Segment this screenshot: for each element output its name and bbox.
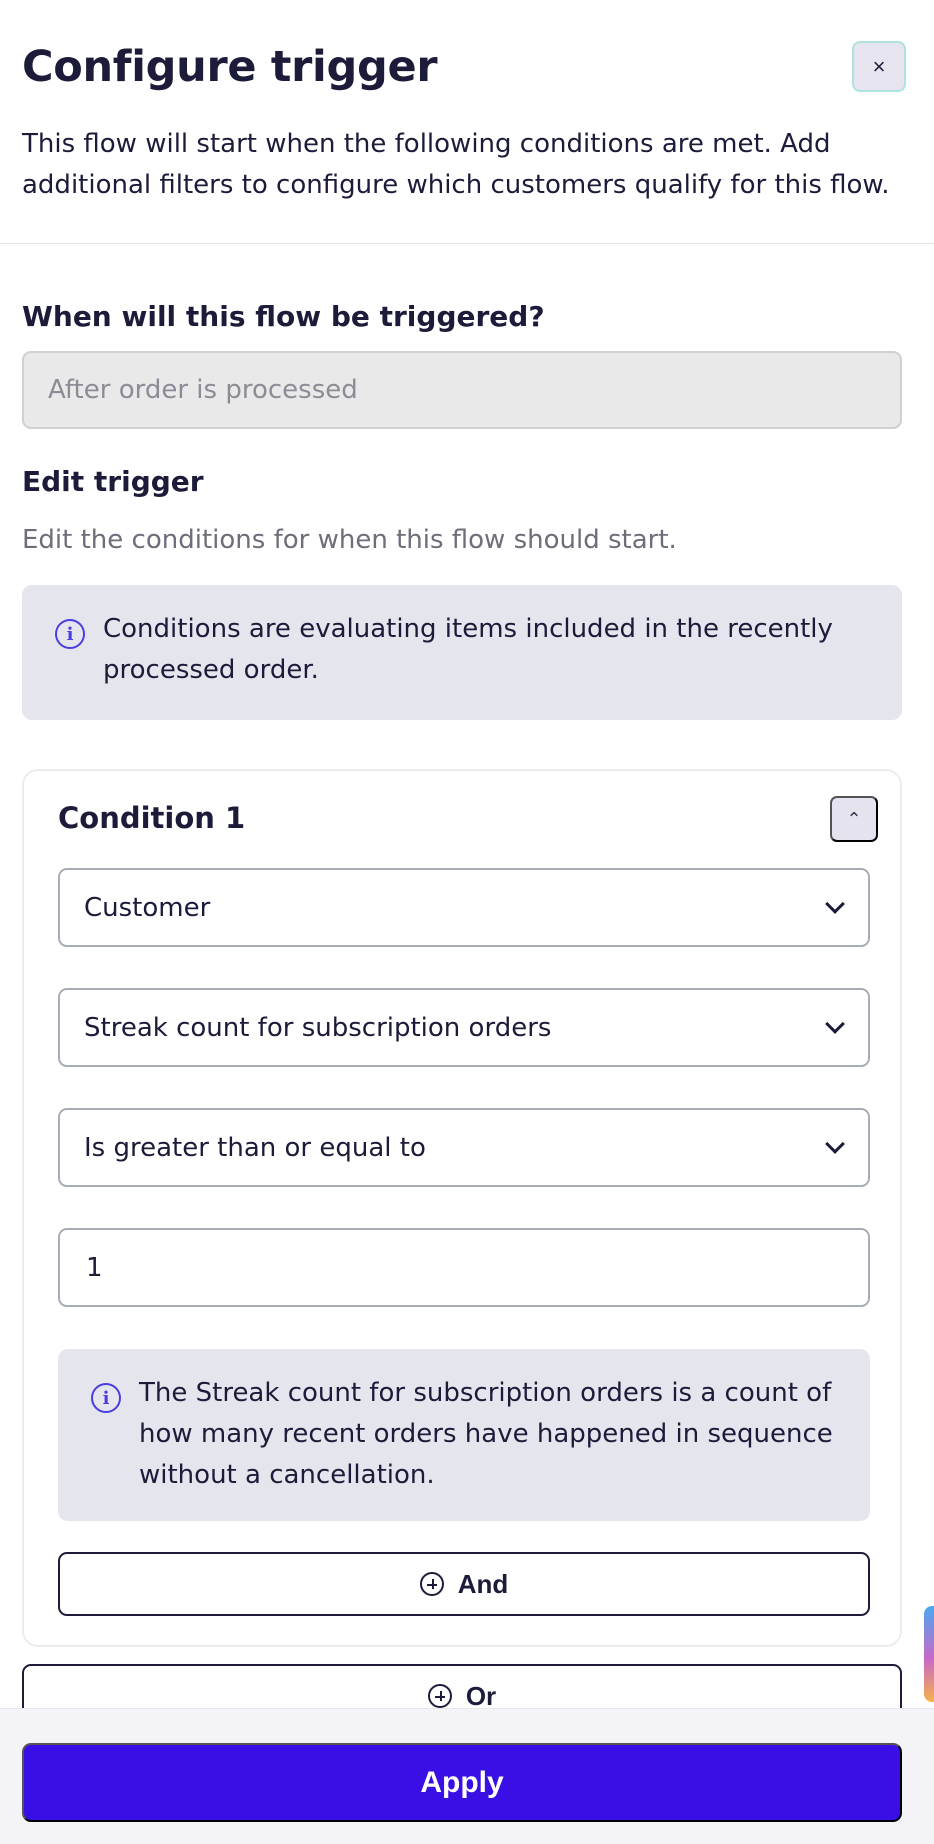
or-button-label: Or [465,1680,497,1711]
trigger-event-value: After order is processed [48,375,358,405]
chevron-down-icon [825,1134,845,1154]
chevron-down-icon [825,1014,845,1034]
info-icon: i [91,1383,121,1413]
trigger-event-field: After order is processed [22,351,902,429]
streak-info-text: The Streak count for subscription orders… [139,1378,833,1490]
chevron-down-icon [825,894,845,914]
collapse-condition-button[interactable]: ⌃ [830,796,878,842]
condition-property-value: Streak count for subscription orders [84,1012,552,1043]
apply-button[interactable]: Apply [22,1743,902,1822]
edit-trigger-heading: Edit trigger [22,465,204,498]
close-icon: × [872,53,886,79]
chevron-up-icon: ⌃ [846,808,862,829]
close-button[interactable]: × [852,41,906,92]
panel-footer: Apply [0,1708,934,1844]
streak-info-box: i The Streak count for subscription orde… [58,1349,870,1521]
conditions-info-text: Conditions are evaluating items included… [103,614,833,685]
panel-description: This flow will start when the following … [22,129,890,200]
condition-card: Condition 1 ⌃ Customer Streak count for … [22,769,902,1647]
and-button-label: And [457,1568,509,1599]
add-and-condition-button[interactable]: And [58,1552,870,1616]
condition-operator-value: Is greater than or equal to [84,1132,426,1163]
condition-entity-value: Customer [84,892,211,923]
condition-value-input[interactable] [58,1228,870,1307]
plus-circle-icon [427,1684,452,1708]
trigger-question-label: When will this flow be triggered? [22,300,545,333]
side-widget-tab[interactable] [924,1606,934,1702]
panel-header: Configure trigger × This flow will start… [0,0,934,244]
page-title: Configure trigger [22,42,438,92]
condition-entity-select[interactable]: Customer [58,868,870,947]
plus-circle-icon [419,1572,444,1596]
condition-property-select[interactable]: Streak count for subscription orders [58,988,870,1067]
condition-operator-select[interactable]: Is greater than or equal to [58,1108,870,1187]
configure-trigger-panel: Configure trigger × This flow will start… [0,0,934,1844]
info-icon: i [55,619,85,649]
edit-trigger-subtext: Edit the conditions for when this flow s… [22,525,677,555]
conditions-info-box: i Conditions are evaluating items includ… [22,585,902,720]
condition-title: Condition 1 [58,801,246,835]
